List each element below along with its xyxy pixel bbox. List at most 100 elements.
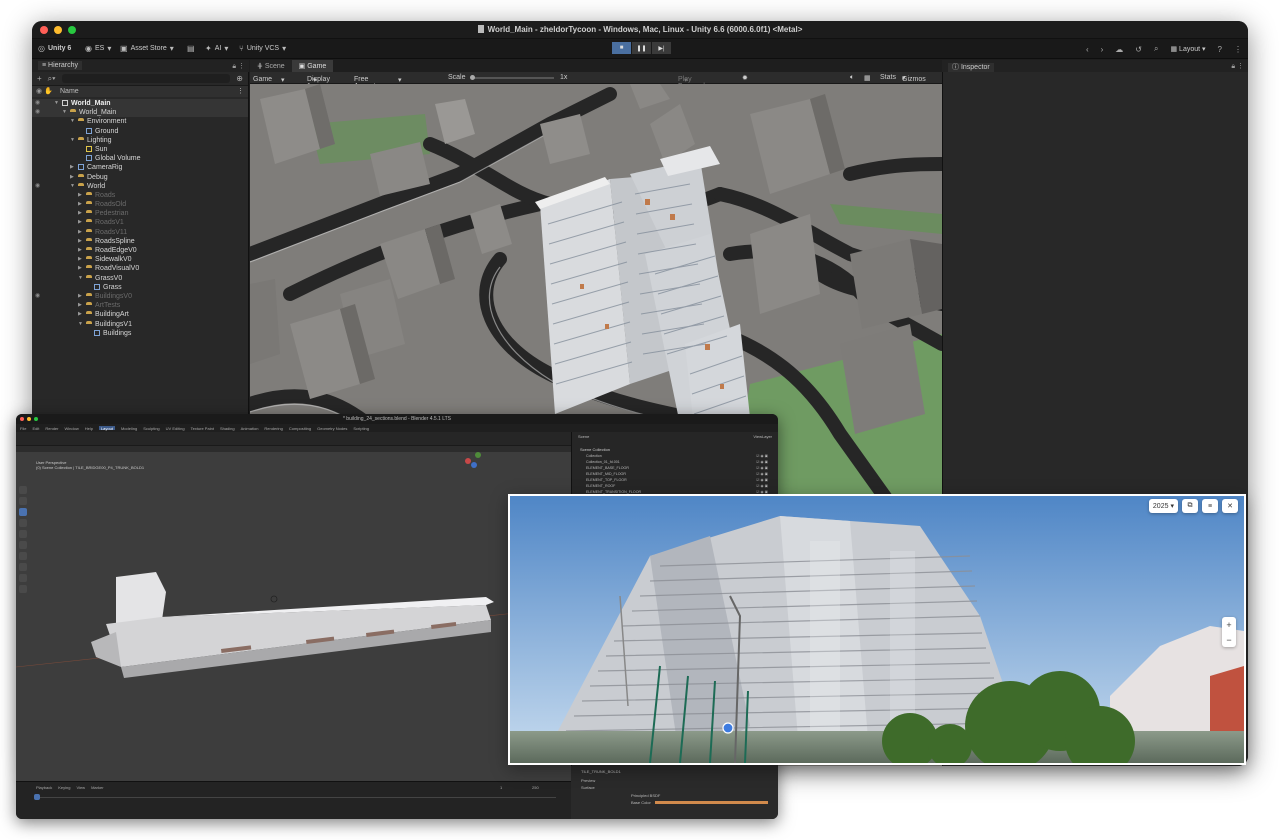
- expand-arrow-right-icon[interactable]: ▶: [78, 310, 82, 319]
- back-arrow-icon[interactable]: ‹: [1086, 45, 1089, 54]
- close-button[interactable]: ✕: [1222, 499, 1238, 513]
- expand-arrow-right-icon[interactable]: ▶: [78, 246, 82, 255]
- expand-arrow-right-icon[interactable]: ▶: [78, 301, 82, 310]
- hierarchy-row[interactable]: ▼ GrassV0: [32, 274, 248, 283]
- timeline-start-value[interactable]: 1: [500, 785, 502, 790]
- expand-arrow-right-icon[interactable]: ▶: [78, 292, 82, 301]
- hierarchy-row[interactable]: ▼ BuildingsV1: [32, 320, 248, 329]
- expand-arrow-down-icon[interactable]: ▼: [78, 320, 83, 329]
- minimize-window-button[interactable]: [27, 417, 31, 421]
- hierarchy-row[interactable]: Sun: [32, 145, 248, 154]
- hierarchy-row[interactable]: ▶ RoadsV1: [32, 218, 248, 227]
- lock-icon[interactable]: 🔒︎ ⋮: [1231, 62, 1244, 71]
- settings-gear-icon[interactable]: ✹: [742, 74, 748, 82]
- menu-button[interactable]: ≡: [1202, 499, 1218, 513]
- expand-arrow-down-icon[interactable]: ▼: [62, 108, 67, 117]
- audio-icon[interactable]: 🔈︎: [850, 74, 854, 82]
- open-external-button[interactable]: ⧉: [1182, 499, 1198, 513]
- step-button[interactable]: ▶|: [652, 42, 671, 54]
- scale-slider-handle[interactable]: [470, 75, 475, 80]
- hierarchy-row[interactable]: ▼ Environment: [32, 117, 248, 126]
- blender-workspace-tab[interactable]: Animation: [241, 426, 259, 431]
- cloud-icon[interactable]: ☁: [1115, 45, 1123, 54]
- package-manager-button[interactable]: ▤: [187, 44, 195, 53]
- timeline-menu-item[interactable]: Playback: [36, 785, 52, 790]
- stats-button[interactable]: Stats: [880, 74, 896, 81]
- blender-workspace-tab[interactable]: Sculpting: [143, 426, 159, 431]
- play-button[interactable]: ■: [612, 42, 631, 54]
- street-photo[interactable]: [510, 496, 1244, 763]
- close-window-button[interactable]: [20, 417, 24, 421]
- hierarchy-row[interactable]: ▶ RoadVisualV0: [32, 264, 248, 273]
- expand-arrow-right-icon[interactable]: ▶: [78, 228, 82, 237]
- expand-arrow-right-icon[interactable]: ▶: [78, 255, 82, 264]
- expand-arrow-down-icon[interactable]: ▼: [78, 274, 83, 283]
- add-icon[interactable]: +: [37, 74, 42, 83]
- vcs-dropdown[interactable]: ⑂ Unity VCS ▾: [239, 44, 286, 53]
- hierarchy-row[interactable]: Ground: [32, 127, 248, 136]
- blender-workspace-tab[interactable]: Rendering: [264, 426, 282, 431]
- scene-selector[interactable]: Scene: [578, 434, 589, 439]
- gizmos-dropdown[interactable]: Gizmos ▾: [902, 74, 926, 83]
- navigation-gizmo[interactable]: [465, 452, 481, 468]
- timeline-menu-item[interactable]: Keying: [58, 785, 70, 790]
- visibility-toggles-icon[interactable]: ☑ ◉ ▣: [756, 466, 768, 470]
- blender-menu-item[interactable]: Render: [45, 426, 58, 431]
- blender-workspace-tab[interactable]: Layout: [98, 426, 115, 431]
- hierarchy-row[interactable]: ▶ RoadsV11: [32, 228, 248, 237]
- expand-arrow-right-icon[interactable]: ▶: [78, 209, 82, 218]
- blender-menu-item[interactable]: Window: [64, 426, 78, 431]
- base-color-field[interactable]: Base Color: [571, 799, 778, 806]
- hierarchy-row[interactable]: Buildings: [32, 329, 248, 338]
- blender-menu-item[interactable]: Edit: [32, 426, 39, 431]
- more-options-icon[interactable]: ⋮: [1234, 45, 1242, 54]
- hierarchy-row[interactable]: ▼ Lighting: [32, 136, 248, 145]
- ai-dropdown[interactable]: ✦ AI ▾: [205, 44, 228, 53]
- base-color-swatch[interactable]: [654, 801, 768, 804]
- hierarchy-row[interactable]: ▶ Roads: [32, 191, 248, 200]
- zoom-window-button[interactable]: [34, 417, 38, 421]
- visibility-toggles-icon[interactable]: ☑ ◉ ▣: [756, 454, 768, 458]
- timeline-ruler[interactable]: [36, 797, 556, 798]
- column-options-icon[interactable]: ⋮: [237, 87, 244, 95]
- hierarchy-row[interactable]: ▶ RoadsOld: [32, 200, 248, 209]
- hierarchy-row[interactable]: ◉ ▶ BuildingsV0: [32, 292, 248, 301]
- scale-slider[interactable]: [470, 75, 554, 80]
- grid-toggle-icon[interactable]: ▦: [864, 74, 871, 82]
- asset-store-dropdown[interactable]: ▣ Asset Store ▾: [120, 44, 174, 53]
- expand-arrow-right-icon[interactable]: ▶: [78, 218, 82, 227]
- blender-workspace-tab[interactable]: Shading: [220, 426, 235, 431]
- tab-hierarchy[interactable]: ≡ Hierarchy: [38, 61, 82, 70]
- scene-visibility-icon[interactable]: ⊕: [236, 74, 243, 83]
- history-icon[interactable]: ↺: [1135, 45, 1142, 54]
- blender-menu-item[interactable]: Help: [85, 426, 93, 431]
- hierarchy-row[interactable]: ◉ ▼ World_Main: [32, 108, 248, 118]
- expand-arrow-right-icon[interactable]: ▶: [78, 237, 82, 246]
- unity-menu-button[interactable]: ◎ Unity 6: [38, 44, 71, 53]
- layout-dropdown[interactable]: ▦ Layout ▾: [1170, 45, 1205, 53]
- surface-shader-field[interactable]: Principled BSDF: [571, 791, 778, 799]
- visibility-eye-icon[interactable]: ◉: [35, 182, 40, 191]
- navigation-arrow-icon[interactable]: [722, 722, 734, 734]
- timeline-menu-item[interactable]: Marker: [91, 785, 103, 790]
- visibility-toggles-icon[interactable]: ☑ ◉ ▣: [756, 484, 768, 488]
- blender-workspace-tab[interactable]: Scripting: [353, 426, 369, 431]
- hierarchy-row[interactable]: ◉ ▼ World: [32, 182, 248, 191]
- visibility-eye-icon[interactable]: ◉: [35, 292, 40, 301]
- hierarchy-row[interactable]: ▶ RoadEdgeV0: [32, 246, 248, 255]
- expand-arrow-right-icon[interactable]: ▶: [78, 191, 82, 200]
- hierarchy-row[interactable]: Global Volume: [32, 154, 248, 163]
- tab-inspector[interactable]: ⓘ Inspector: [948, 63, 994, 72]
- lock-icon[interactable]: 🔒︎ ⋮: [232, 62, 245, 71]
- blender-3d-viewport[interactable]: User Perspective (0) Scene Collection | …: [16, 452, 571, 792]
- hierarchy-search-input[interactable]: [61, 74, 231, 83]
- expand-arrow-right-icon[interactable]: ▶: [78, 200, 82, 209]
- expand-arrow-down-icon[interactable]: ▼: [54, 99, 59, 108]
- visibility-toggles-icon[interactable]: ☑ ◉ ▣: [756, 472, 768, 476]
- expand-arrow-down-icon[interactable]: ▼: [70, 182, 75, 191]
- hierarchy-row[interactable]: ▶ ArtTests: [32, 301, 248, 310]
- blender-workspace-tab[interactable]: Geometry Nodes: [317, 426, 347, 431]
- pause-button[interactable]: ❚❚: [632, 42, 651, 54]
- zoom-out-button[interactable]: −: [1226, 635, 1231, 645]
- blender-workspace-tab[interactable]: Texture Paint: [191, 426, 214, 431]
